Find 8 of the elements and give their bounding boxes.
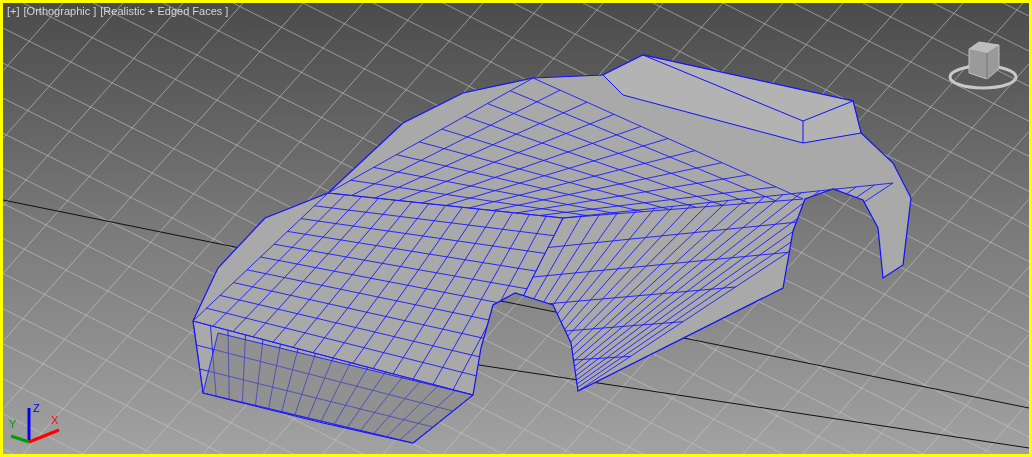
viewport-label[interactable]: [Realistic + Edged Faces ]: [100, 6, 229, 17]
viewport-label[interactable]: [+]: [7, 6, 20, 17]
axis-label: Z: [33, 402, 40, 414]
axis-label: Y: [9, 418, 17, 430]
axis-label: X: [51, 414, 59, 426]
viewport[interactable]: [+] [Orthographic ] [Realistic + Edged Faces ] Z Y X: [0, 0, 1032, 457]
viewcube-drawing[interactable]: [947, 39, 1019, 91]
viewport-label[interactable]: [Orthographic ]: [23, 6, 97, 17]
